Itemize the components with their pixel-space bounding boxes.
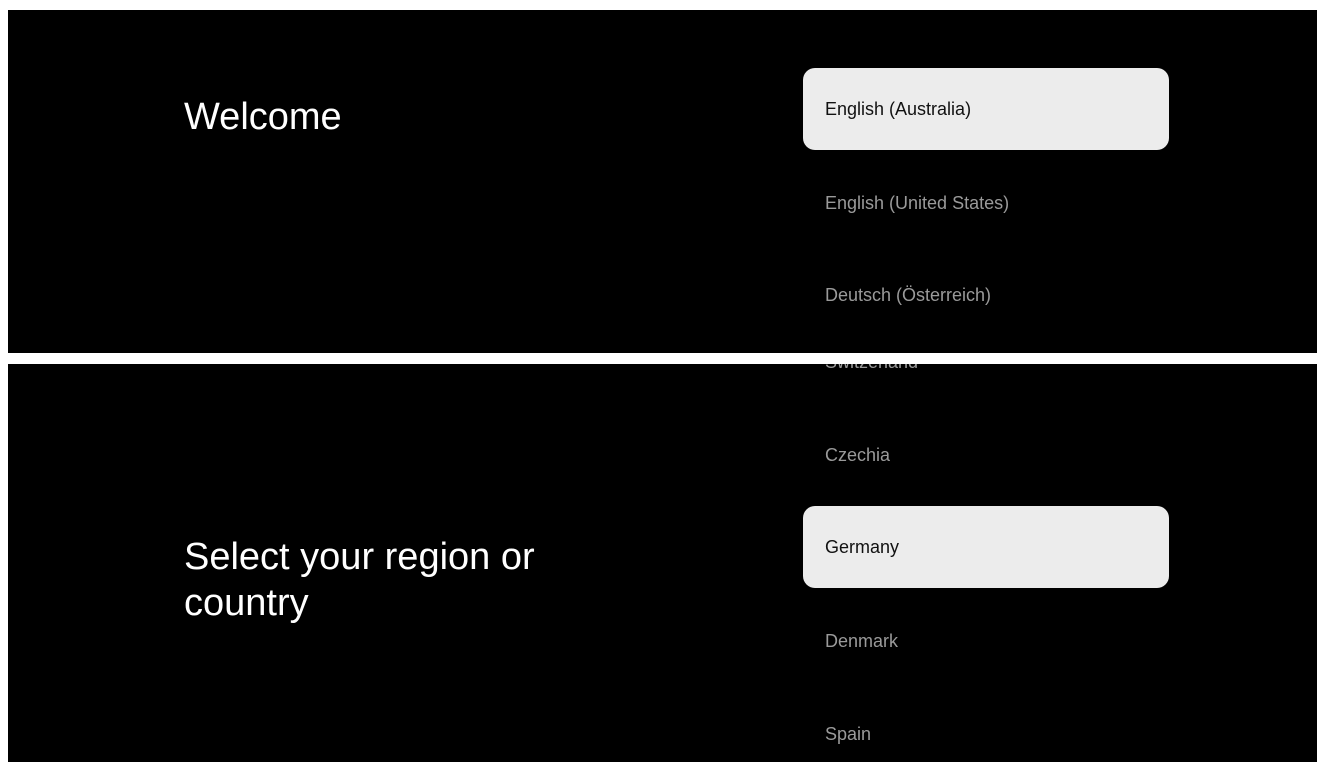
page-title: Select your region or country <box>184 536 535 624</box>
region-option-germany[interactable]: Germany <box>803 506 1169 588</box>
region-option-denmark[interactable]: Denmark <box>803 600 1169 682</box>
language-option-deutsch-austria[interactable]: Deutsch (Österreich) <box>803 254 1169 336</box>
language-selection-screen: Welcome English (Australia) English (Uni… <box>8 10 1317 353</box>
region-selection-screen: Select your region or country Switzerlan… <box>8 364 1317 762</box>
region-list[interactable]: Switzerland Czechia Germany Denmark Spai… <box>803 364 1169 762</box>
language-list[interactable]: English (Australia) English (United Stat… <box>803 10 1169 353</box>
page-title: Welcome <box>184 96 342 138</box>
region-option-spain[interactable]: Spain <box>803 693 1169 762</box>
language-option-english-australia[interactable]: English (Australia) <box>803 68 1169 150</box>
region-option-switzerland[interactable]: Switzerland <box>803 364 1169 403</box>
region-option-czechia[interactable]: Czechia <box>803 414 1169 496</box>
language-option-english-us[interactable]: English (United States) <box>803 162 1169 244</box>
